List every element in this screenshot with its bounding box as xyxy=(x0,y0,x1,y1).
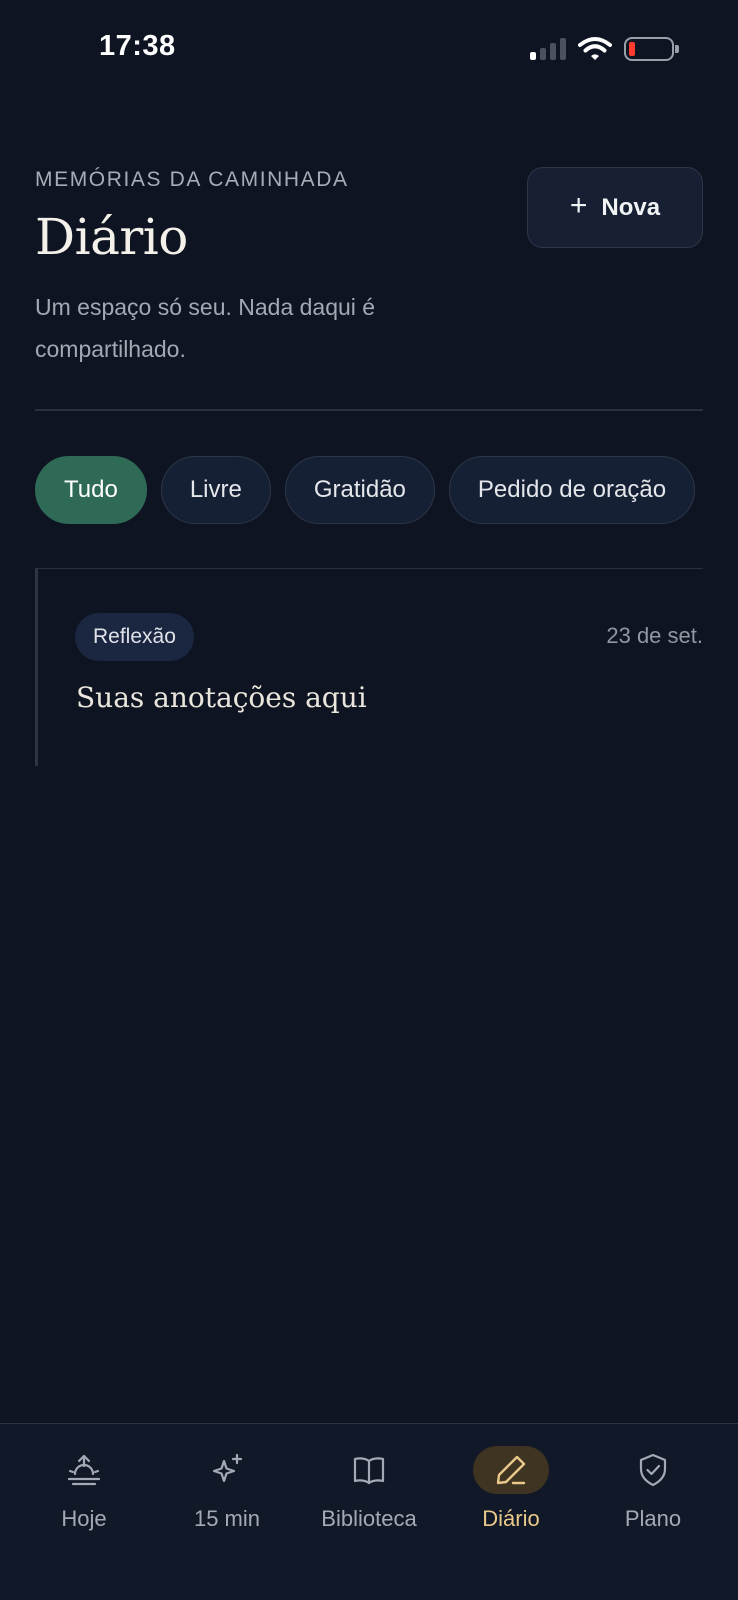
plus-icon: + xyxy=(569,189,588,222)
sparkles-icon xyxy=(212,1453,243,1483)
filter-chip-gratidao[interactable]: Gratidão xyxy=(284,456,435,524)
entry-text: Suas anotações aqui xyxy=(76,681,367,714)
pencil-icon xyxy=(496,1455,526,1485)
section-eyebrow: MEMÓRIAS DA CAMINHADA xyxy=(35,168,349,191)
nav-label-15-min: 15 min xyxy=(193,1506,261,1531)
battery-icon xyxy=(624,37,679,61)
filter-chips: Tudo Livre Gratidão Pedido de oração xyxy=(35,456,696,524)
nav-item-hoje[interactable]: Hoje xyxy=(14,1446,154,1546)
journal-entry-card[interactable]: Reflexão 23 de set. Suas anotações aqui xyxy=(35,568,703,766)
bottom-nav: Hoje 15 min Biblioteca Diário Plano xyxy=(0,1423,738,1600)
nav-item-plano[interactable]: Plano xyxy=(583,1446,723,1546)
nav-item-biblioteca[interactable]: Biblioteca xyxy=(299,1446,439,1546)
new-entry-button[interactable]: + Nova xyxy=(527,167,703,248)
nav-label-diario: Diário xyxy=(482,1506,540,1531)
nav-item-diario[interactable]: Diário xyxy=(441,1446,581,1546)
status-indicators xyxy=(530,36,679,62)
entry-date: 23 de set. xyxy=(606,623,703,648)
new-entry-label: Nova xyxy=(601,193,661,221)
book-open-icon xyxy=(353,1457,385,1485)
wifi-icon xyxy=(578,37,612,60)
filter-chip-livre[interactable]: Livre xyxy=(160,456,271,524)
entry-tag: Reflexão xyxy=(75,613,194,661)
nav-label-plano: Plano xyxy=(624,1506,682,1531)
filter-chip-pedido-de-oracao[interactable]: Pedido de oração xyxy=(448,456,696,524)
journal-screen: 17:38 MEMÓRIAS DA CAMINHADA Diário Um es… xyxy=(0,0,738,1600)
nav-item-15-min[interactable]: 15 min xyxy=(157,1446,297,1546)
header-divider xyxy=(35,409,703,411)
nav-label-hoje: Hoje xyxy=(61,1506,107,1531)
filter-chip-tudo[interactable]: Tudo xyxy=(35,456,147,524)
status-time: 17:38 xyxy=(99,30,176,62)
page-title: Diário xyxy=(35,208,188,266)
sunrise-icon xyxy=(67,1454,101,1486)
nav-label-biblioteca: Biblioteca xyxy=(321,1506,417,1531)
page-subtitle: Um espaço só seu. Nada daqui é compartil… xyxy=(35,294,376,362)
cellular-signal-icon xyxy=(530,38,566,60)
shield-check-icon xyxy=(639,1453,667,1487)
